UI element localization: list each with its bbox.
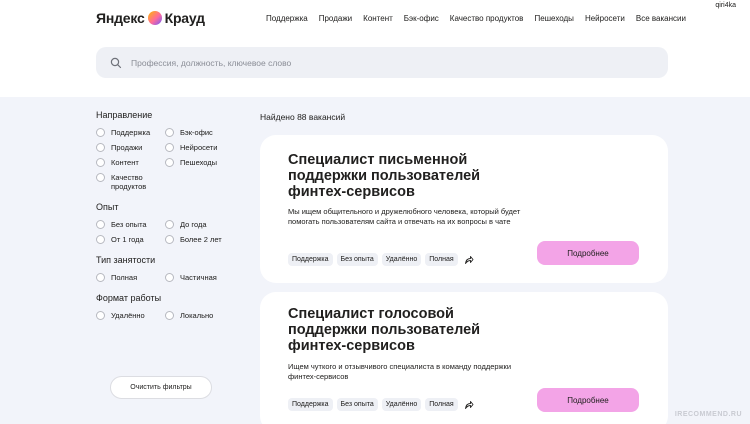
checkbox[interactable]	[165, 220, 174, 229]
tag: Удалённо	[381, 253, 422, 266]
checkbox[interactable]	[165, 235, 174, 244]
tag: Без опыта	[336, 398, 378, 411]
tag: Поддержка	[288, 398, 333, 411]
checkbox-label: От 1 года	[111, 235, 144, 244]
checkbox[interactable]	[96, 235, 105, 244]
filter-direction-pedestrians[interactable]: Пешеходы	[165, 158, 235, 167]
search-input[interactable]	[131, 57, 631, 68]
watermark: IRECOMMEND.RU	[674, 411, 742, 418]
filter-exp-under-year[interactable]: До года	[165, 220, 235, 229]
username-label: qiri4ka	[715, 2, 736, 9]
tag: Удалённо	[381, 398, 422, 411]
nav-item-all-vacancies[interactable]: Все вакансии	[636, 14, 686, 23]
checkbox-label: Поддержка	[111, 128, 151, 137]
filter-group-title: Опыт	[96, 202, 119, 212]
search-icon	[110, 57, 122, 68]
vacancy-tags: Поддержка Без опыта Удалённо Полная	[288, 398, 474, 411]
checkbox[interactable]	[96, 173, 105, 182]
site-header: Яндекс Крауд qiri4ka Поддержка Продажи К…	[0, 0, 750, 97]
checkbox[interactable]	[165, 311, 174, 320]
checkbox-label: Полная	[111, 273, 138, 282]
nav-item-pedestrians[interactable]: Пешеходы	[534, 14, 574, 23]
checkbox[interactable]	[96, 143, 105, 152]
filter-exp-none[interactable]: Без опыта	[96, 220, 165, 229]
checkbox[interactable]	[96, 220, 105, 229]
nav-item-content[interactable]: Контент	[363, 14, 393, 23]
checkbox[interactable]	[96, 273, 105, 282]
logo-text-kraud: Крауд	[164, 10, 205, 26]
filter-direction-sales[interactable]: Продажи	[96, 143, 165, 152]
filter-format-local[interactable]: Локально	[165, 311, 235, 320]
checkbox-label: Локально	[180, 311, 214, 320]
tag: Полная	[425, 253, 458, 266]
checkbox-label: Без опыта	[111, 220, 147, 229]
logo-text-yandex: Яндекс	[96, 10, 145, 26]
checkbox[interactable]	[96, 128, 105, 137]
checkbox-label: Контент	[111, 158, 139, 167]
filter-direction-support[interactable]: Поддержка	[96, 128, 165, 137]
tag: Поддержка	[288, 253, 333, 266]
filter-exp-1-year[interactable]: От 1 года	[96, 235, 165, 244]
details-button[interactable]: Подробнее	[537, 241, 639, 265]
checkbox-label: Нейросети	[180, 143, 218, 152]
nav-item-product-quality[interactable]: Качество продуктов	[450, 14, 524, 23]
filter-exp-2-years[interactable]: Более 2 лет	[165, 235, 235, 244]
filter-group-title: Тип занятости	[96, 255, 156, 265]
filter-direction-neural[interactable]: Нейросети	[165, 143, 235, 152]
vacancy-card[interactable]: Специалист письменной поддержки пользова…	[260, 135, 668, 283]
checkbox-label: Частичная	[180, 273, 217, 282]
share-icon[interactable]	[464, 400, 474, 410]
details-button[interactable]: Подробнее	[537, 388, 639, 412]
checkbox[interactable]	[165, 273, 174, 282]
tag: Без опыта	[336, 253, 378, 266]
filter-direction-quality[interactable]: Качество продуктов	[96, 173, 156, 191]
logo[interactable]: Яндекс Крауд	[96, 10, 205, 26]
clear-filters-button[interactable]: Очистить фильтры	[110, 376, 212, 399]
checkbox[interactable]	[165, 158, 174, 167]
nav-item-back-office[interactable]: Бэк-офис	[404, 14, 439, 23]
vacancy-description: Мы ищем общительного и дружелюбного чело…	[288, 207, 521, 226]
vacancy-tags: Поддержка Без опыта Удалённо Полная	[288, 253, 474, 266]
results-count: Найдено 88 вакансий	[260, 112, 346, 122]
tag: Полная	[425, 398, 458, 411]
checkbox-label: Продажи	[111, 143, 143, 152]
filter-group-work-format: Формат работы Удалённо Локально	[96, 293, 246, 320]
checkbox[interactable]	[165, 128, 174, 137]
filter-direction-back-office[interactable]: Бэк-офис	[165, 128, 235, 137]
filter-direction-content[interactable]: Контент	[96, 158, 165, 167]
logo-emblem-icon	[147, 11, 162, 25]
vacancy-title[interactable]: Специалист письменной поддержки пользова…	[288, 152, 508, 200]
checkbox-label: Бэк-офис	[180, 128, 213, 137]
checkbox[interactable]	[96, 311, 105, 320]
nav-item-support[interactable]: Поддержка	[266, 14, 308, 23]
main-nav: Поддержка Продажи Контент Бэк-офис Качес…	[266, 14, 686, 23]
vacancy-description: Ищем чуткого и отзывчивого специалиста в…	[288, 362, 512, 381]
vacancy-card[interactable]: Специалист голосовой поддержки пользоват…	[260, 292, 668, 424]
filter-group-title: Направление	[96, 110, 153, 120]
checkbox-label: Качество продуктов	[111, 173, 147, 191]
filter-group-employment: Тип занятости Полная Частичная	[96, 255, 246, 282]
filter-group-experience: Опыт Без опыта До года От 1 года Более 2…	[96, 202, 246, 244]
checkbox-label: Удалённо	[111, 311, 145, 320]
checkbox-label: Пешеходы	[180, 158, 218, 167]
filter-employment-part[interactable]: Частичная	[165, 273, 235, 282]
checkbox-label: Более 2 лет	[180, 235, 222, 244]
checkbox[interactable]	[165, 143, 174, 152]
checkbox-label: До года	[180, 220, 207, 229]
filter-group-direction: Направление Поддержка Бэк-офис Продажи Н…	[96, 110, 246, 191]
filters-sidebar: Направление Поддержка Бэк-офис Продажи Н…	[96, 110, 246, 331]
search-bar	[96, 47, 668, 78]
filter-employment-full[interactable]: Полная	[96, 273, 165, 282]
vacancy-title[interactable]: Специалист голосовой поддержки пользоват…	[288, 306, 508, 354]
filter-format-remote[interactable]: Удалённо	[96, 311, 165, 320]
nav-item-sales[interactable]: Продажи	[319, 14, 352, 23]
nav-item-neural-networks[interactable]: Нейросети	[585, 14, 625, 23]
filter-group-title: Формат работы	[96, 293, 162, 303]
checkbox[interactable]	[96, 158, 105, 167]
share-icon[interactable]	[464, 255, 474, 265]
